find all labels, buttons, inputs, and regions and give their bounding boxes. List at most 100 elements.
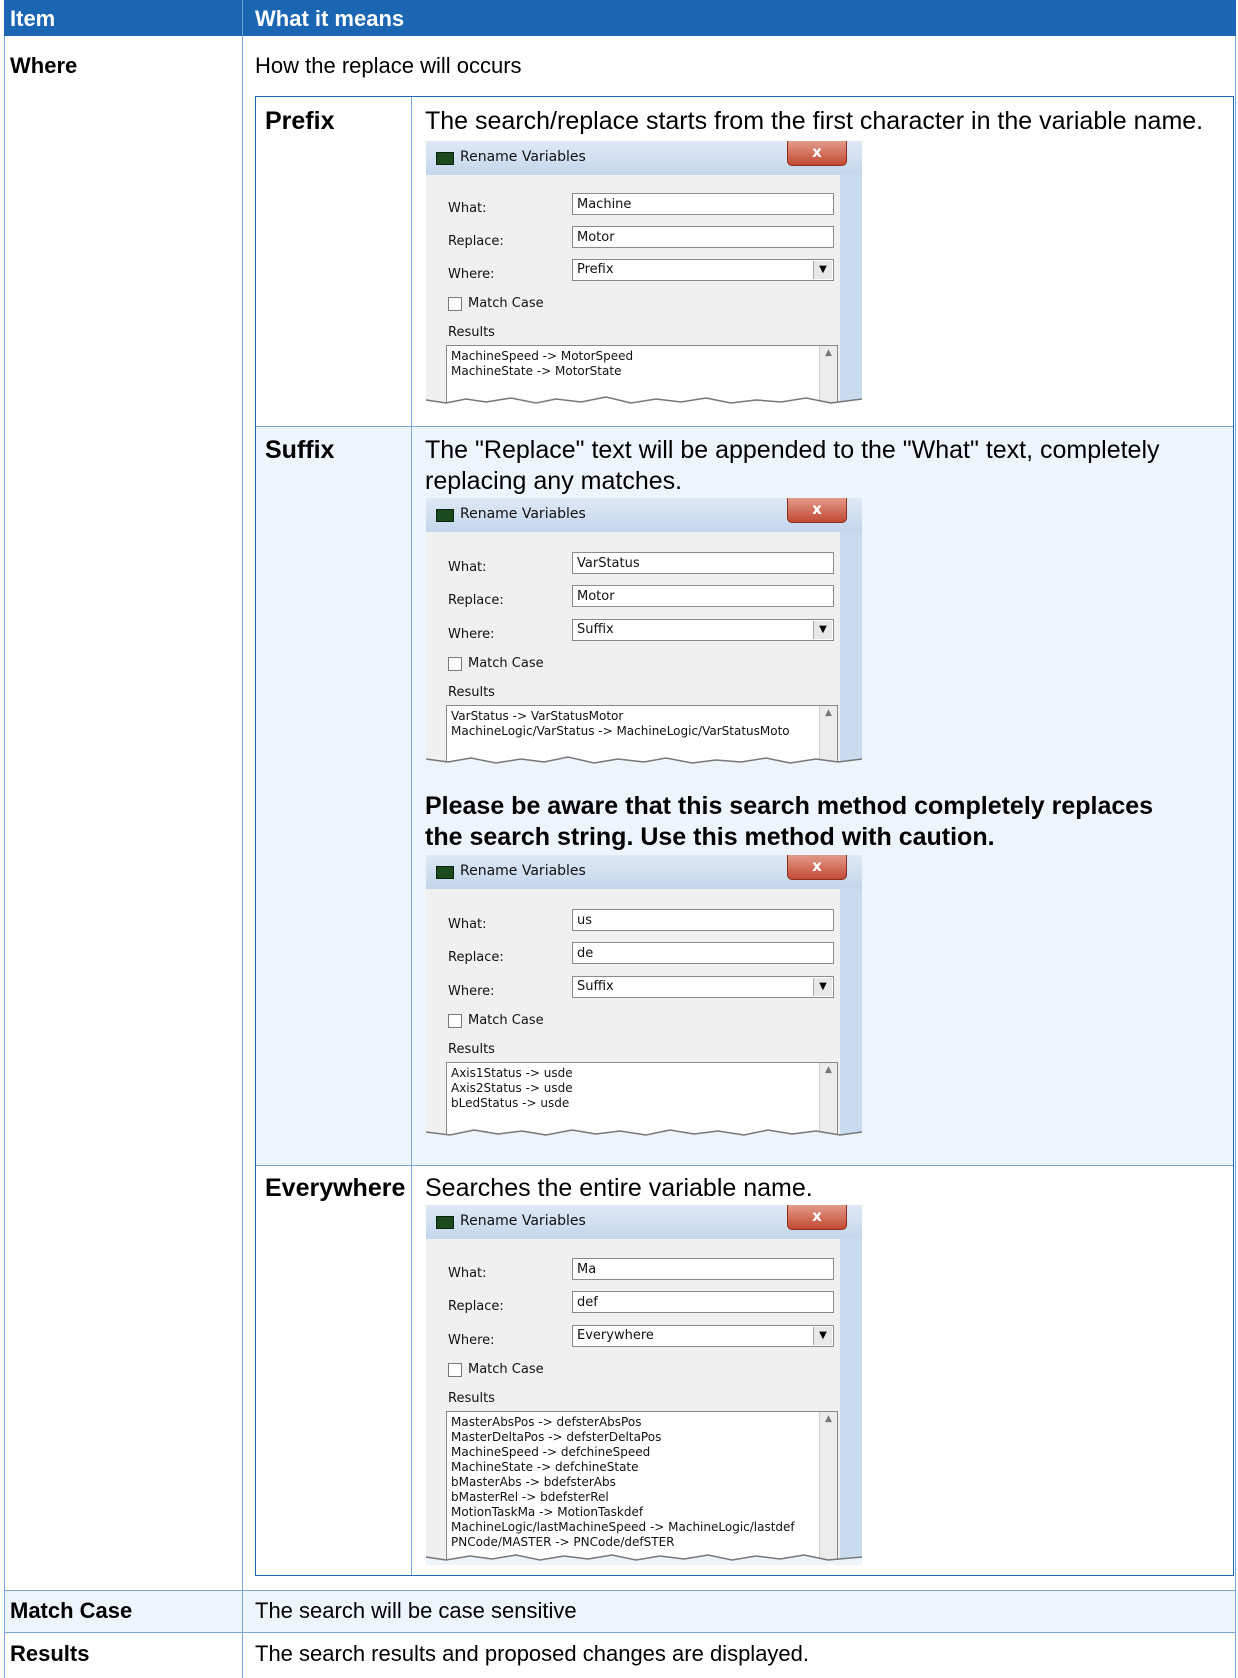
option-suffix: Suffix: [265, 436, 335, 464]
list-item: MachineLogic/VarStatus -> MachineLogic/V…: [451, 724, 790, 738]
app-icon: [436, 152, 454, 165]
list-item: VarStatus -> VarStatusMotor: [451, 709, 624, 723]
results-label: Results: [448, 1391, 495, 1406]
app-icon: [436, 509, 454, 522]
options-column-divider: [411, 97, 412, 1575]
match-case-label: Match Case: [468, 296, 544, 311]
torn-edge: [426, 756, 862, 768]
item-results: Results: [10, 1641, 90, 1666]
prefix-description: The search/replace starts from the first…: [425, 107, 1204, 135]
what-label: What:: [448, 201, 487, 216]
match-case-checkbox[interactable]: [448, 657, 462, 671]
row-divider: [4, 1632, 1236, 1633]
match-case-description: The search will be case sensitive: [255, 1598, 577, 1623]
close-icon[interactable]: x: [787, 141, 847, 166]
close-icon[interactable]: x: [787, 855, 847, 880]
window-frame: [840, 1239, 862, 1565]
row-divider: [4, 1590, 1236, 1591]
where-select[interactable]: Prefix ▼: [572, 259, 834, 281]
option-prefix: Prefix: [265, 107, 335, 135]
what-field[interactable]: Ma: [572, 1258, 834, 1280]
results-label: Results: [448, 1042, 495, 1057]
torn-edge: [426, 396, 862, 408]
table-right-border: [1235, 36, 1236, 1678]
list-item: MachineLogic/lastMachineSpeed -> Machine…: [451, 1520, 795, 1534]
list-item: bLedStatus -> usde: [451, 1096, 570, 1110]
chevron-down-icon[interactable]: ▼: [813, 1327, 832, 1345]
suffix-warning-line1: Please be aware that this search method …: [425, 792, 1154, 820]
rename-variables-dialog-everywhere: Rename Variables x What: Ma Replace: def…: [426, 1205, 862, 1565]
header-divider: [242, 0, 243, 36]
replace-field[interactable]: def: [572, 1291, 834, 1313]
chevron-down-icon[interactable]: ▼: [813, 261, 832, 279]
list-item: MasterAbsPos -> defsterAbsPos: [451, 1415, 642, 1429]
options-row-divider: [256, 1165, 1233, 1166]
rename-variables-dialog-prefix: Rename Variables x What: Machine Replace…: [426, 141, 862, 408]
match-case-label: Match Case: [468, 1362, 544, 1377]
list-item: MotionTaskMa -> MotionTaskdef: [451, 1505, 644, 1519]
rename-variables-dialog-suffix: Rename Variables x What: VarStatus Repla…: [426, 498, 862, 768]
what-label: What:: [448, 560, 487, 575]
replace-field[interactable]: de: [572, 942, 834, 964]
match-case-checkbox[interactable]: [448, 1363, 462, 1377]
replace-field[interactable]: Motor: [572, 585, 834, 607]
table-column-divider: [242, 1590, 243, 1678]
where-label: Where:: [448, 267, 495, 282]
what-field[interactable]: Machine: [572, 193, 834, 215]
what-label: What:: [448, 917, 487, 932]
options-row-divider: [256, 426, 1233, 427]
header-what-it-means: What it means: [255, 6, 405, 31]
header-item: Item: [10, 6, 56, 31]
where-select-value: Everywhere: [577, 1328, 654, 1343]
window-frame: [840, 175, 862, 408]
where-select[interactable]: Suffix ▼: [572, 619, 834, 641]
app-icon: [436, 866, 454, 879]
list-item: MachineState -> defchineState: [451, 1460, 639, 1474]
dialog-title: Rename Variables: [460, 506, 586, 522]
what-field[interactable]: VarStatus: [572, 552, 834, 574]
list-item: Axis1Status -> usde: [451, 1066, 573, 1080]
chevron-down-icon[interactable]: ▼: [813, 621, 832, 639]
list-item: MachineSpeed -> MotorSpeed: [451, 349, 634, 363]
suffix-description-line2: replacing any matches.: [425, 467, 683, 495]
list-item: bMasterRel -> bdefsterRel: [451, 1490, 609, 1504]
results-label: Results: [448, 325, 495, 340]
replace-field[interactable]: Motor: [572, 226, 834, 248]
match-case-checkbox[interactable]: [448, 1014, 462, 1028]
where-select-value: Suffix: [577, 622, 614, 637]
replace-label: Replace:: [448, 234, 504, 249]
match-case-label: Match Case: [468, 656, 544, 671]
close-icon[interactable]: x: [787, 498, 847, 523]
where-description: How the replace will occurs: [255, 53, 522, 78]
where-label: Where:: [448, 984, 495, 999]
match-case-checkbox[interactable]: [448, 297, 462, 311]
list-item: MachineState -> MotorState: [451, 364, 622, 378]
what-label: What:: [448, 1266, 487, 1281]
where-label: Where:: [448, 627, 495, 642]
everywhere-description: Searches the entire variable name.: [425, 1174, 813, 1202]
table-header: [4, 0, 1236, 36]
suffix-description-line1: The "Replace" text will be appended to t…: [425, 436, 1160, 464]
row-match-case-bg: [5, 1590, 1235, 1632]
window-frame: [840, 889, 862, 1140]
item-match-case: Match Case: [10, 1598, 133, 1623]
what-field[interactable]: us: [572, 909, 834, 931]
list-item: MachineSpeed -> defchineSpeed: [451, 1445, 651, 1459]
torn-edge: [426, 1129, 862, 1140]
torn-edge: [426, 1554, 862, 1565]
replace-label: Replace:: [448, 950, 504, 965]
suffix-warning-line2: the search string. Use this method with …: [425, 823, 995, 851]
replace-label: Replace:: [448, 593, 504, 608]
where-select[interactable]: Suffix ▼: [572, 976, 834, 998]
where-select[interactable]: Everywhere ▼: [572, 1325, 834, 1347]
chevron-down-icon[interactable]: ▼: [813, 978, 832, 996]
table-column-divider: [242, 36, 243, 1678]
close-icon[interactable]: x: [787, 1205, 847, 1230]
rename-variables-dialog-suffix-warning: Rename Variables x What: us Replace: de …: [426, 855, 862, 1140]
list-item: bMasterAbs -> bdefsterAbs: [451, 1475, 616, 1489]
app-icon: [436, 1216, 454, 1229]
results-list[interactable]: MasterAbsPos -> defsterAbsPos MasterDelt…: [446, 1411, 838, 1565]
where-label: Where:: [448, 1333, 495, 1348]
results-label: Results: [448, 685, 495, 700]
scrollbar[interactable]: ▲: [819, 1412, 837, 1565]
